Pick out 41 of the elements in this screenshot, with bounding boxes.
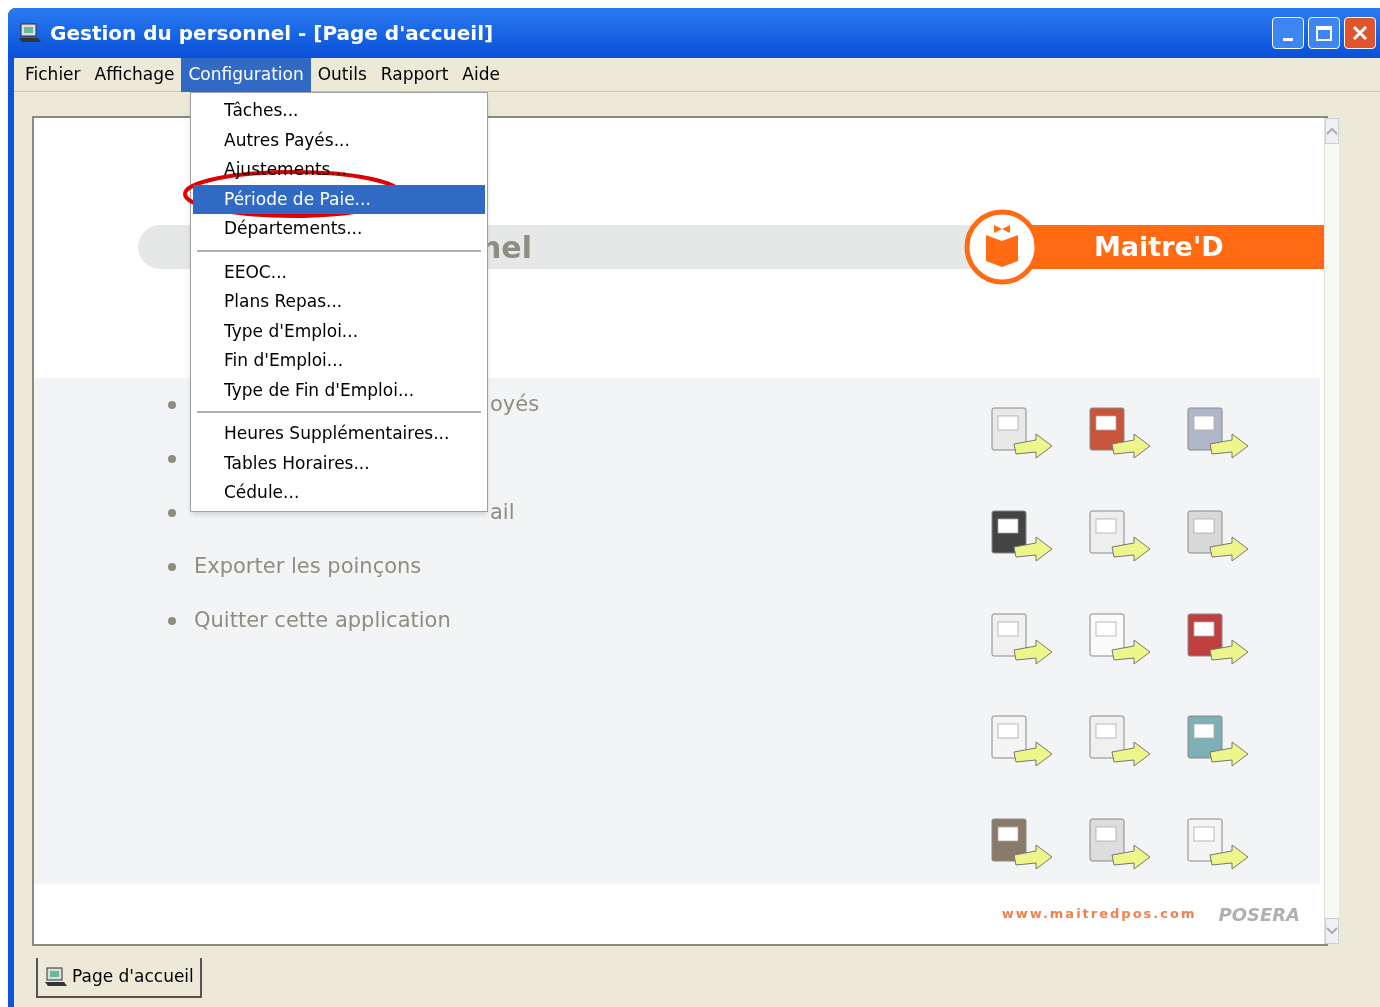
chevron-up-icon — [1326, 127, 1338, 135]
brand-name: POSERA — [1218, 902, 1300, 927]
minimize-button[interactable] — [1272, 17, 1304, 49]
dropdown-item[interactable]: Type de Fin d'Emploi... — [193, 375, 485, 405]
scrollbar[interactable] — [1324, 118, 1339, 944]
menu-item[interactable]: Affichage — [87, 57, 182, 92]
dropdown-item[interactable]: Plans Repas... — [193, 287, 485, 317]
dropdown-item[interactable]: Tâches... — [193, 96, 485, 126]
dropdown-item[interactable]: EEOC... — [193, 257, 485, 287]
bullet-icon — [168, 455, 176, 463]
close-icon — [1352, 25, 1368, 41]
bullet-icon — [168, 617, 176, 625]
dropdown-item[interactable]: Période de Paie... — [193, 184, 485, 214]
menu-item[interactable]: Aide — [455, 57, 507, 92]
bullet-icon — [168, 509, 176, 517]
menu-item[interactable]: Rapport — [373, 57, 456, 92]
maximize-icon — [1316, 25, 1332, 41]
minimize-icon — [1283, 38, 1293, 41]
scroll-up-button[interactable] — [1325, 118, 1339, 144]
menu-item[interactable]: Configuration — [181, 57, 311, 92]
close-button[interactable] — [1344, 17, 1376, 49]
window-title: Gestion du personnel - [Page d'accueil] — [50, 20, 494, 47]
menu-item[interactable]: Fichier — [18, 57, 88, 92]
bullet-icon — [168, 563, 176, 571]
dropdown-item[interactable]: Cédule... — [193, 478, 485, 508]
maximize-button[interactable] — [1308, 17, 1340, 49]
computer-icon — [18, 22, 42, 44]
dropdown-item[interactable]: Type d'Emploi... — [193, 316, 485, 346]
logo-text: Maitre'D — [1094, 229, 1224, 264]
dropdown-item[interactable]: Fin d'Emploi... — [193, 346, 485, 376]
chevron-down-icon — [1326, 927, 1338, 935]
dropdown-item[interactable]: Tables Horaires... — [193, 448, 485, 478]
dropdown-item[interactable]: Autres Payés... — [193, 125, 485, 155]
scroll-down-button[interactable] — [1325, 918, 1339, 944]
dropdown-item[interactable]: Heures Supplémentaires... — [193, 419, 485, 449]
bullet-icon — [168, 401, 176, 409]
tab[interactable]: Page d'accueil — [36, 958, 202, 998]
menu-item[interactable]: Outils — [310, 57, 374, 92]
dropdown-item[interactable]: Départements... — [193, 214, 485, 244]
computer-icon — [44, 966, 68, 988]
tab-label: Page d'accueil — [72, 965, 194, 989]
